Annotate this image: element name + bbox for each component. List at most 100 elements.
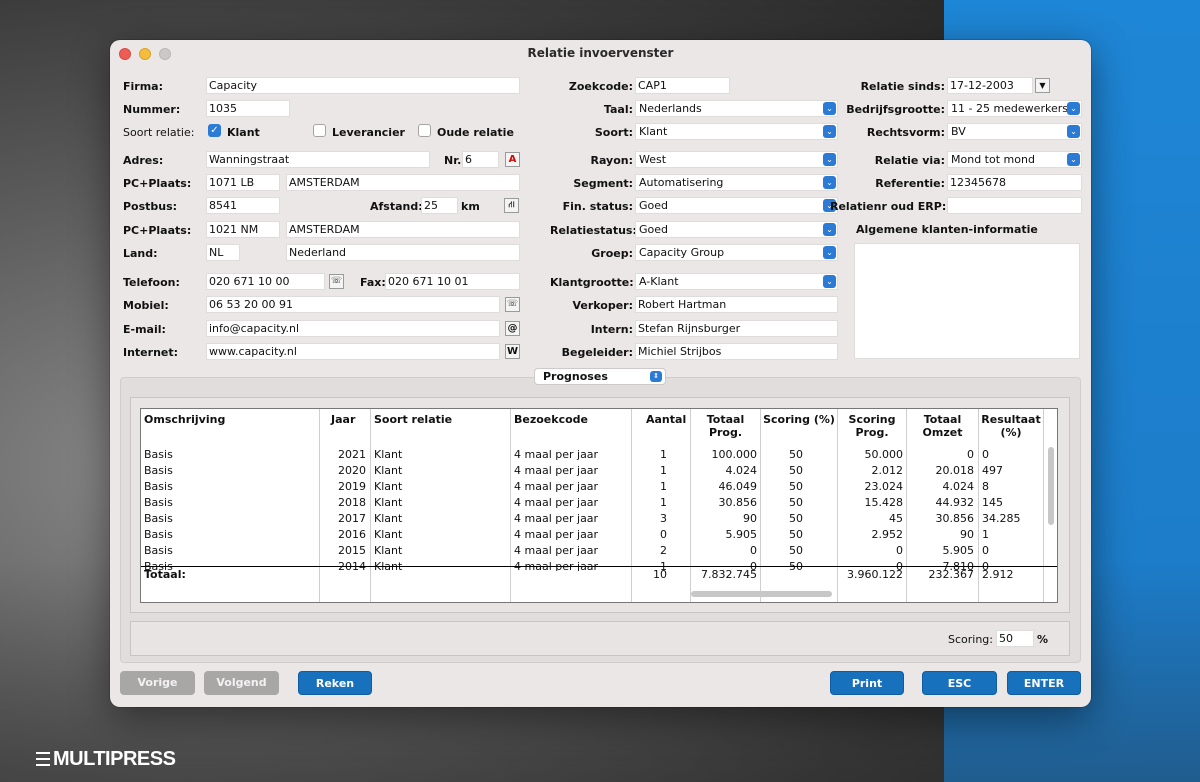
fax-field[interactable]: 020 671 10 01 [385,273,520,290]
print-button[interactable]: Print [830,671,904,695]
send-email-icon[interactable]: @ [505,321,520,336]
cell-aantal: 3 [660,512,667,525]
adres-field[interactable]: Wanningstraat [206,151,430,168]
plaats-field[interactable]: AMSTERDAM [286,174,520,191]
cell-omschrijving: Basis [144,512,173,525]
begeleider-field[interactable]: Michiel Strijbos [635,343,838,360]
column-header-resultaat[interactable]: Resultaat (%) [979,413,1043,439]
table-row[interactable]: Basis 2016 Klant 4 maal per jaar 0 5.905 50 2.9… [141,527,1057,543]
klant-checkbox[interactable]: ✓ [208,124,221,137]
column-header-totaal-prog[interactable]: Totaal Prog. [691,413,760,439]
column-header-bezoekcode[interactable]: Bezoekcode [514,413,588,426]
land-code-field[interactable]: NL [206,244,240,261]
taal-select[interactable]: Nederlands ⌄ [635,100,838,117]
pc-plaats-2-label: PC+Plaats: [123,224,192,237]
column-header-scoring[interactable]: Scoring (%) [761,413,837,426]
groep-select[interactable]: Capacity Group ⌄ [635,244,838,261]
rayon-label: Rayon: [590,154,633,167]
bedrijfsgrootte-value: 11 - 25 medewerkers [951,102,1068,115]
open-website-icon[interactable]: W [505,344,520,359]
soort-select[interactable]: Klant ⌄ [635,123,838,140]
email-field[interactable]: info@capacity.nl [206,320,500,337]
cell-omschrijving: Basis [144,448,173,461]
table-row[interactable]: Basis 2018 Klant 4 maal per jaar 1 30.856 50 15… [141,495,1057,511]
column-header-soort-relatie[interactable]: Soort relatie [374,413,452,426]
klantgrootte-select[interactable]: A-Klant ⌄ [635,273,838,290]
cell-scoring: 50 [789,512,803,525]
vertical-scrollbar[interactable] [1048,447,1054,525]
postbus-label: Postbus: [123,200,178,213]
relatienr-erp-field[interactable] [947,197,1082,214]
verkoper-field[interactable]: Robert Hartman [635,296,838,313]
totals-aantal: 10 [653,568,667,581]
referentie-field[interactable]: 12345678 [947,174,1082,191]
calendar-dropdown-icon[interactable]: ▼ [1035,78,1050,93]
postcode-2-field[interactable]: 1021 NM [206,221,280,238]
esc-button[interactable]: ESC [922,671,997,695]
table-row[interactable]: Basis 2020 Klant 4 maal per jaar 1 4.024 50 2.0… [141,463,1057,479]
land-field[interactable]: Nederland [286,244,520,261]
intern-field[interactable]: Stefan Rijnsburger [635,320,838,337]
column-header-scoring-prog[interactable]: Scoring Prog. [838,413,906,439]
prognoses-table: Omschrijving Jaar Soort relatie Bezoekco… [140,408,1058,603]
table-row[interactable]: Basis 2017 Klant 4 maal per jaar 3 90 50 45 30.8… [141,511,1057,527]
klanten-info-label: Algemene klanten-informatie [856,223,1038,236]
cell-totaal-omzet: 20.018 [935,464,975,477]
chevron-down-icon: ⌄ [823,153,836,166]
fin-status-select[interactable]: Goed ⌄ [635,197,838,214]
totals-scoring-prog: 3.960.122 [847,568,903,581]
postcode-field[interactable]: 1071 LB [206,174,280,191]
prognoses-popup[interactable]: Prognoses ⇕ [534,368,666,385]
enter-button[interactable]: ENTER [1007,671,1081,695]
segment-select[interactable]: Automatisering ⌄ [635,174,838,191]
mobiel-field[interactable]: 06 53 20 00 91 [206,296,500,313]
oude-relatie-checkbox[interactable] [418,124,431,137]
rayon-select[interactable]: West ⌄ [635,151,838,168]
relatie-via-select[interactable]: Mond tot mond ⌄ [947,151,1082,168]
internet-field[interactable]: www.capacity.nl [206,343,500,360]
column-header-aantal[interactable]: Aantal [646,413,686,426]
cell-scoring: 50 [789,544,803,557]
klanten-info-textarea[interactable] [854,243,1080,359]
nr-field[interactable]: 6 [462,151,499,168]
cell-resultaat: 34.285 [982,512,1021,525]
afstand-field[interactable]: 25 [421,197,458,214]
table-row[interactable]: Basis 2015 Klant 4 maal per jaar 2 0 50 0 5.905 0 [141,543,1057,559]
cell-jaar: 2017 [338,512,366,525]
plaats-2-field[interactable]: AMSTERDAM [286,221,520,238]
reken-button[interactable]: Reken [298,671,372,695]
table-row[interactable]: Basis 2019 Klant 4 maal per jaar 1 46.049 50 23… [141,479,1057,495]
column-header-jaar[interactable]: Jaar [331,413,355,426]
cell-bezoekcode: 4 maal per jaar [514,496,599,509]
zoekcode-field[interactable]: CAP1 [635,77,730,94]
bedrijfsgrootte-select[interactable]: 11 - 25 medewerkers ⌄ [947,100,1082,117]
column-header-omschrijving[interactable]: Omschrijving [144,413,225,426]
chevron-down-icon: ⌄ [1067,153,1080,166]
postbus-field[interactable]: 8541 [206,197,280,214]
rechtsvorm-select[interactable]: BV ⌄ [947,123,1082,140]
window-title: Relatie invoervenster [527,46,674,60]
volgend-button[interactable]: Volgend [204,671,279,695]
klantgrootte-label: Klantgrootte: [550,276,634,289]
scoring-field[interactable]: 50 [996,630,1034,647]
cell-aantal: 1 [660,480,667,493]
telefoon-field[interactable]: 020 671 10 00 [206,273,325,290]
chevron-down-icon: ⌄ [823,176,836,189]
firma-field[interactable]: Capacity [206,77,520,94]
mobile-call-icon[interactable]: ☏ [505,297,520,312]
column-header-totaal-omzet[interactable]: Totaal Omzet [907,413,978,439]
address-lookup-icon[interactable]: A [505,152,520,167]
phone-call-icon[interactable]: ☏ [329,274,344,289]
relatienr-erp-label: Relatienr oud ERP: [830,200,947,213]
relatiestatus-select[interactable]: Goed ⌄ [635,221,838,238]
relatie-sinds-field[interactable]: 17-12-2003 [947,77,1033,94]
leverancier-checkbox[interactable] [313,124,326,137]
horizontal-scrollbar[interactable] [691,591,832,597]
table-row[interactable]: Basis 2021 Klant 4 maal per jaar 1 100.000 50 5… [141,447,1057,463]
cell-resultaat: 145 [982,496,1003,509]
cell-resultaat: 8 [982,480,989,493]
route-icon[interactable]: ⛙ [504,198,519,213]
cell-totaal-prog: 5.905 [725,528,758,541]
nummer-field[interactable]: 1035 [206,100,290,117]
vorige-button[interactable]: Vorige [120,671,195,695]
